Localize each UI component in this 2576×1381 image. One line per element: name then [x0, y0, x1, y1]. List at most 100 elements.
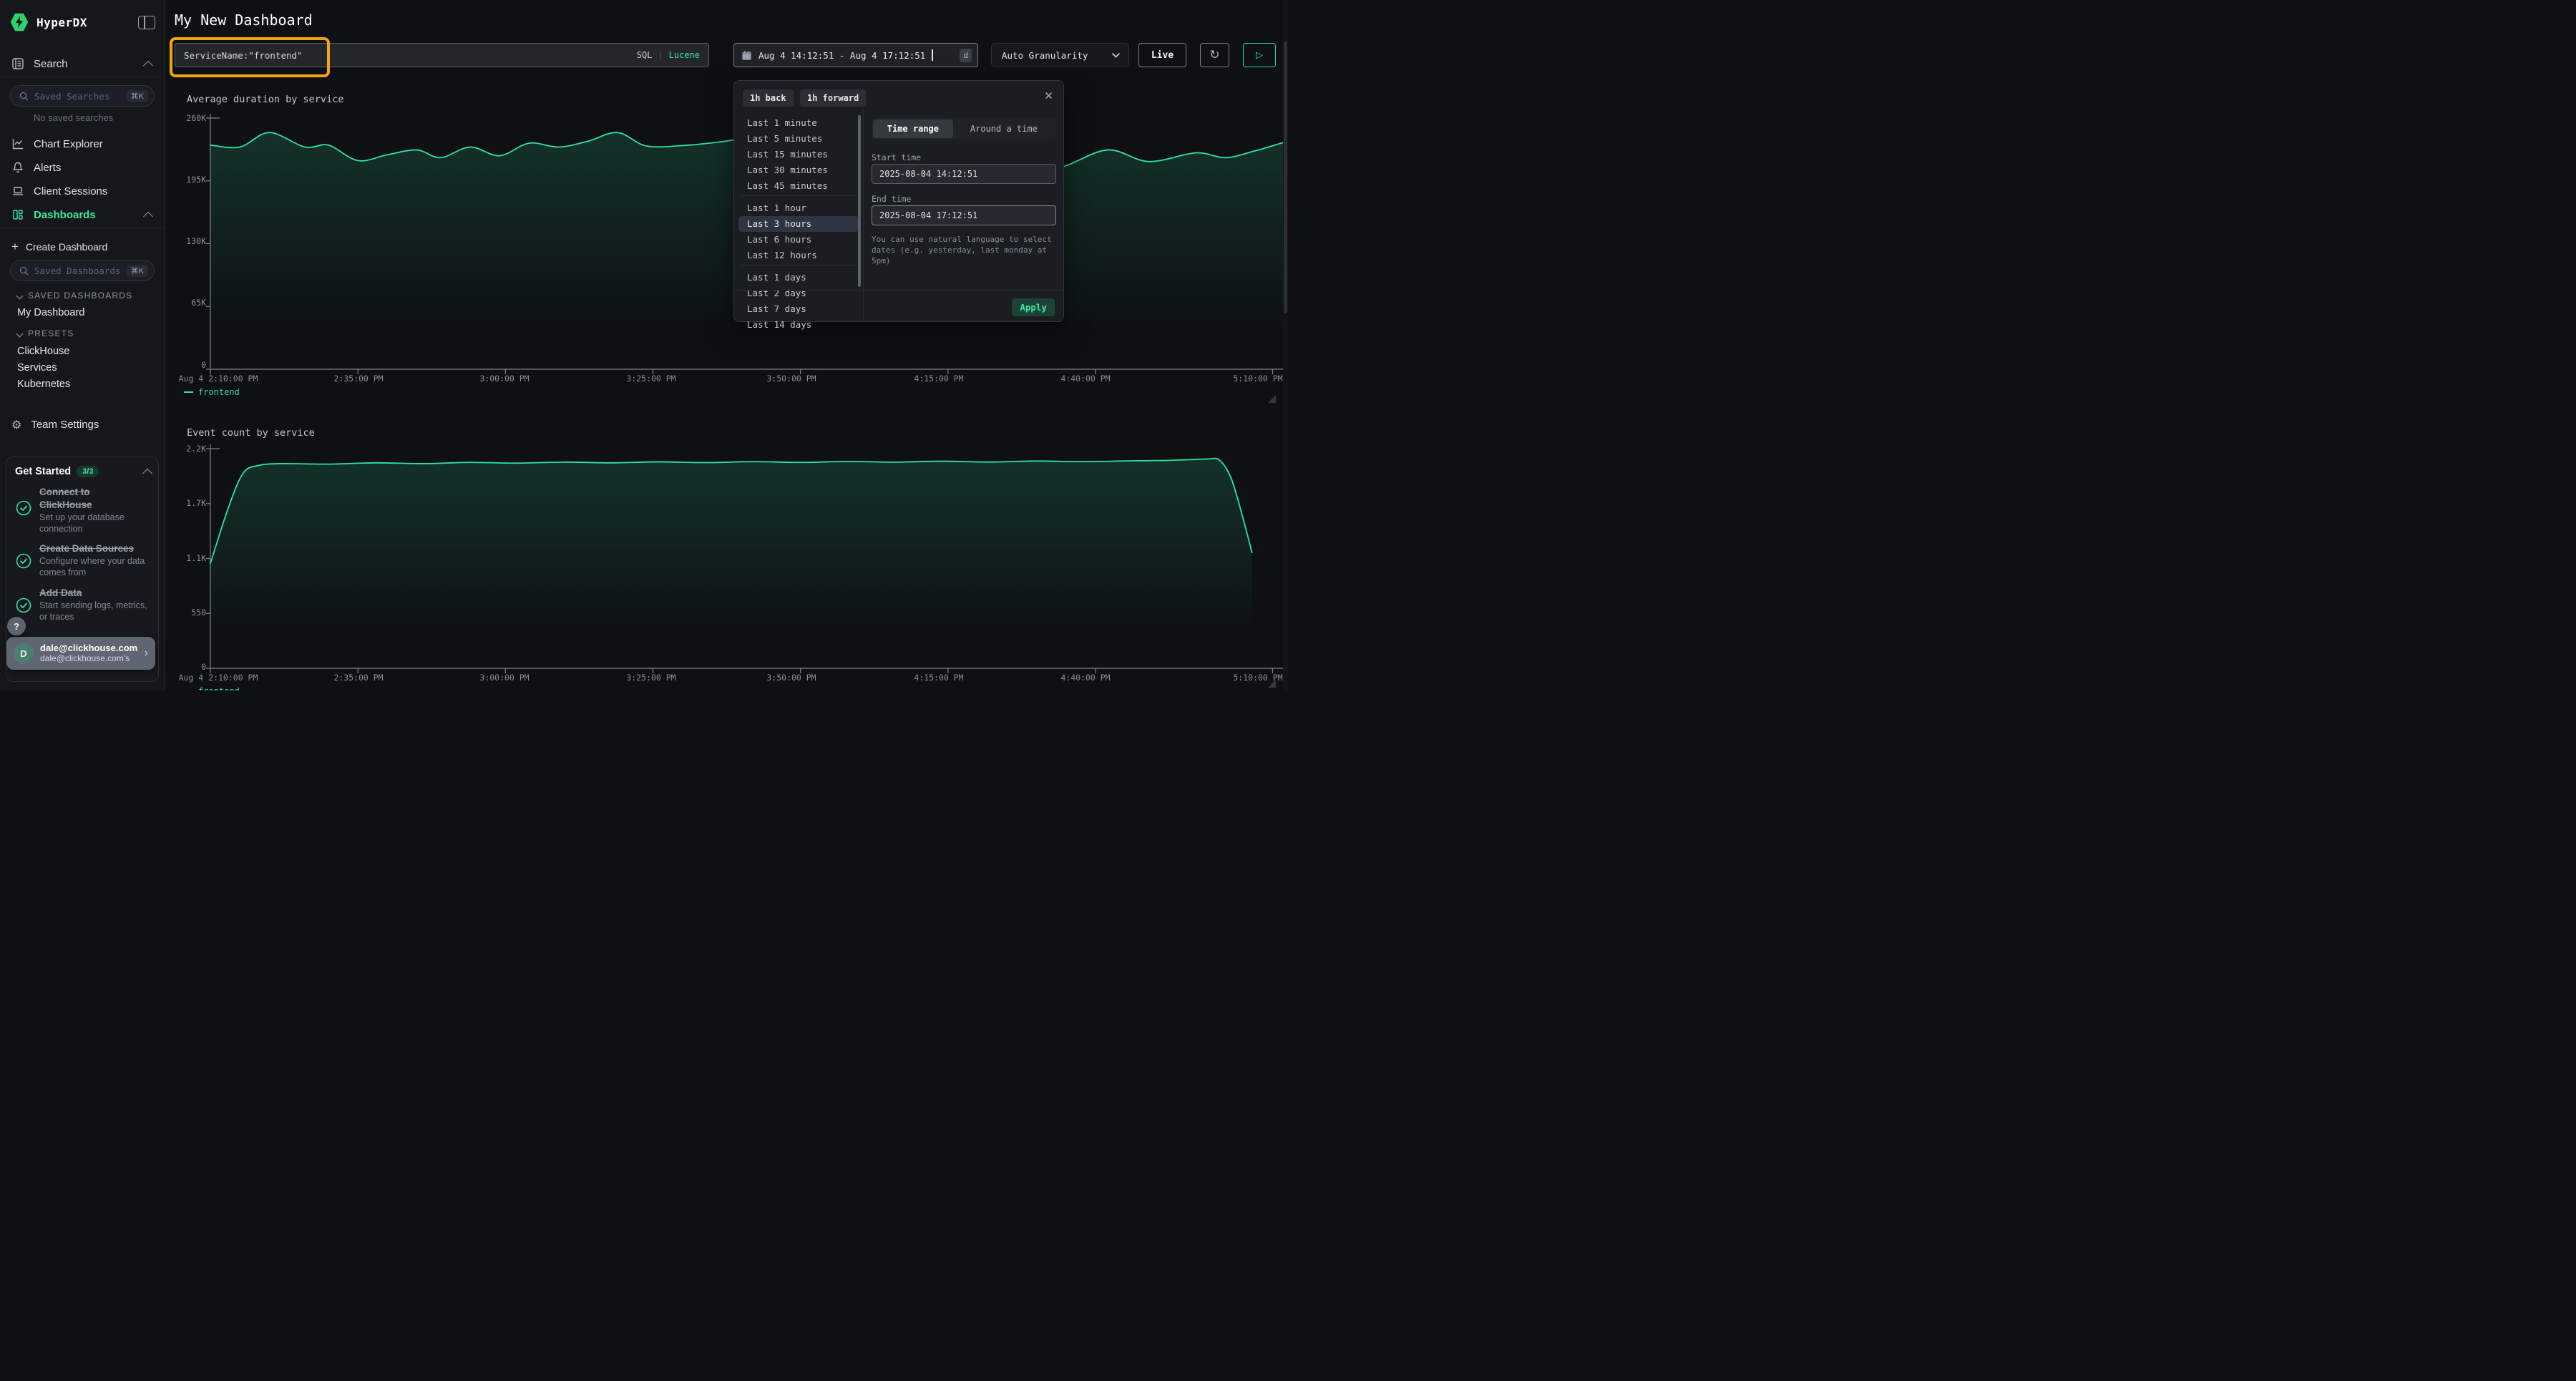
page-scrollbar[interactable] — [1283, 0, 1288, 690]
time-preset-option[interactable]: Last 14 days — [734, 317, 863, 333]
tab-around-a-time[interactable]: Around a time — [953, 119, 1055, 138]
sidebar-item-label: Client Sessions — [34, 185, 107, 197]
sidebar-item-search[interactable]: Search — [0, 54, 165, 73]
tab-time-range[interactable]: Time range — [873, 119, 953, 138]
y-tick-label: 0 — [163, 662, 206, 672]
time-preset-option[interactable]: Last 5 minutes — [734, 131, 863, 147]
time-preset-option[interactable]: Last 7 days — [734, 301, 863, 317]
user-org: dale@clickhouse.com's — [40, 653, 137, 664]
time-preset-option[interactable]: Last 2 days — [734, 286, 863, 301]
time-preset-option[interactable]: Last 15 minutes — [734, 147, 863, 162]
kbd-shortcut: ⌘K — [127, 265, 148, 277]
apply-button[interactable]: Apply — [1012, 298, 1055, 316]
close-icon[interactable]: ✕ — [1044, 89, 1053, 102]
saved-searches-input[interactable]: Saved Searches ⌘K — [10, 85, 155, 107]
start-time-input[interactable]: 2025-08-04 14:12:51 — [872, 164, 1056, 184]
panel-resize-handle[interactable] — [1268, 395, 1276, 403]
y-tick-label: 2.2K — [163, 444, 206, 454]
time-preset-option[interactable]: Last 6 hours — [734, 232, 863, 248]
sidebar-item-label: Chart Explorer — [34, 138, 103, 150]
x-tick-label: 4:40:00 PM — [1060, 673, 1110, 683]
chevron-up-icon — [143, 61, 153, 71]
chevron-up-icon — [143, 212, 153, 222]
live-button[interactable]: Live — [1138, 43, 1186, 67]
laptop-icon — [11, 185, 24, 197]
natural-language-hint: You can use natural language to select d… — [872, 234, 1062, 266]
event-count-chart[interactable] — [210, 444, 1288, 673]
saved-dashboards-placeholder: Saved Dashboards — [34, 265, 120, 276]
end-time-input[interactable]: 2025-08-04 17:12:51 — [872, 205, 1056, 225]
hyperdx-app: HyperDX Search Saved Searches ⌘K No save… — [0, 0, 1288, 690]
sidebar-item-team-settings[interactable]: ⚙ Team Settings — [0, 415, 165, 434]
granularity-select[interactable]: Auto Granularity — [991, 43, 1129, 67]
query-language-toggle: SQL | Lucene — [637, 50, 700, 60]
y-tick-label: 260K — [163, 113, 206, 123]
get-started-item[interactable]: Connect to ClickHouse Set up your databa… — [39, 486, 148, 535]
x-tick-label: 4:15:00 PM — [914, 374, 963, 384]
sidebar-item-label: Search — [34, 58, 68, 70]
shift-forward-button[interactable]: 1h forward — [800, 89, 866, 107]
sidebar-collapse-button[interactable] — [138, 16, 155, 29]
get-started-item[interactable]: Create Data Sources Configure where your… — [39, 542, 150, 578]
refresh-button[interactable]: ↻ — [1200, 43, 1229, 67]
user-menu[interactable]: D dale@clickhouse.com dale@clickhouse.co… — [6, 637, 155, 670]
chevron-down-icon — [16, 292, 24, 299]
page-title: My New Dashboard — [175, 11, 313, 29]
plus-icon: + — [11, 242, 19, 252]
time-preset-option[interactable]: Last 1 minute — [734, 115, 863, 131]
x-tick-label: 4:15:00 PM — [914, 673, 963, 683]
create-dashboard-button[interactable]: + Create Dashboard — [0, 238, 165, 256]
end-time-label: End time — [872, 194, 911, 204]
time-preset-option[interactable]: Last 1 hour — [734, 200, 863, 216]
x-tick-label: 5:10:00 PM — [1233, 374, 1282, 384]
time-preset-option[interactable]: Last 12 hours — [734, 248, 863, 263]
sidebar-item-label: Dashboards — [34, 209, 96, 221]
get-started-item[interactable]: Add Data Start sending logs, metrics, or… — [39, 587, 150, 623]
scrollbar-thumb[interactable] — [1284, 42, 1287, 313]
task-desc: Configure where your data comes from — [39, 555, 150, 578]
sql-toggle[interactable]: SQL — [637, 50, 653, 60]
lucene-toggle[interactable]: Lucene — [669, 50, 700, 60]
chart-legend[interactable]: frontend — [184, 387, 240, 397]
time-preset-option[interactable]: Last 1 days — [734, 270, 863, 286]
chevron-right-icon: › — [145, 647, 148, 660]
task-title: ClickHouse — [39, 499, 148, 512]
gear-icon: ⚙ — [11, 418, 21, 431]
run-query-button[interactable]: ▷ — [1243, 43, 1276, 67]
panel-resize-handle[interactable] — [1268, 680, 1276, 688]
kbd-shortcut: ⌘K — [127, 90, 148, 102]
legend-line-swatch — [184, 391, 193, 393]
sidebar-item-clickhouse[interactable]: ClickHouse — [17, 346, 69, 357]
avatar: D — [14, 643, 34, 663]
sidebar-item-alerts[interactable]: Alerts — [0, 158, 165, 177]
sidebar-item-chart-explorer[interactable]: Chart Explorer — [0, 135, 165, 153]
chart-legend[interactable]: frontend — [184, 686, 240, 690]
dashboard-filter-input[interactable]: ServiceName:"frontend" SQL | Lucene — [175, 43, 709, 67]
list-scrollbar[interactable] — [858, 115, 861, 287]
x-tick-label: 2:35:00 PM — [333, 374, 383, 384]
task-desc: Set up your database connection — [39, 512, 148, 535]
text-caret — [932, 49, 933, 61]
sidebar: HyperDX Search Saved Searches ⌘K No save… — [0, 0, 165, 690]
sidebar-item-client-sessions[interactable]: Client Sessions — [0, 182, 165, 200]
sidebar-item-services[interactable]: Services — [17, 362, 57, 374]
sidebar-item-kubernetes[interactable]: Kubernetes — [17, 379, 70, 390]
help-button[interactable]: ? — [7, 617, 26, 635]
chart-explorer-icon — [11, 137, 24, 150]
sidebar-item-dashboards[interactable]: Dashboards — [0, 205, 165, 224]
sidebar-item-my-dashboard[interactable]: My Dashboard — [17, 307, 84, 318]
shift-back-button[interactable]: 1h back — [743, 89, 794, 107]
chevron-up-icon[interactable] — [142, 469, 152, 479]
time-preset-option[interactable]: Last 30 minutes — [734, 162, 863, 178]
x-tick-label: 3:25:00 PM — [626, 374, 675, 384]
time-picker-popover: 1h back 1h forward ✕ Last 1 minute Last … — [733, 80, 1064, 322]
saved-dashboards-input[interactable]: Saved Dashboards ⌘K — [10, 260, 155, 281]
get-started-progress-badge: 3/3 — [77, 466, 99, 477]
time-range-input[interactable]: Aug 4 14:12:51 - Aug 4 17:12:51 d — [733, 43, 978, 67]
section-presets[interactable]: PRESETS — [17, 328, 74, 338]
check-circle-icon — [16, 553, 31, 569]
time-preset-option[interactable]: Last 45 minutes — [734, 178, 863, 194]
time-preset-option-selected[interactable]: Last 3 hours — [738, 216, 859, 232]
brand-name: HyperDX — [36, 16, 87, 29]
section-saved-dashboards[interactable]: SAVED DASHBOARDS — [17, 291, 132, 301]
